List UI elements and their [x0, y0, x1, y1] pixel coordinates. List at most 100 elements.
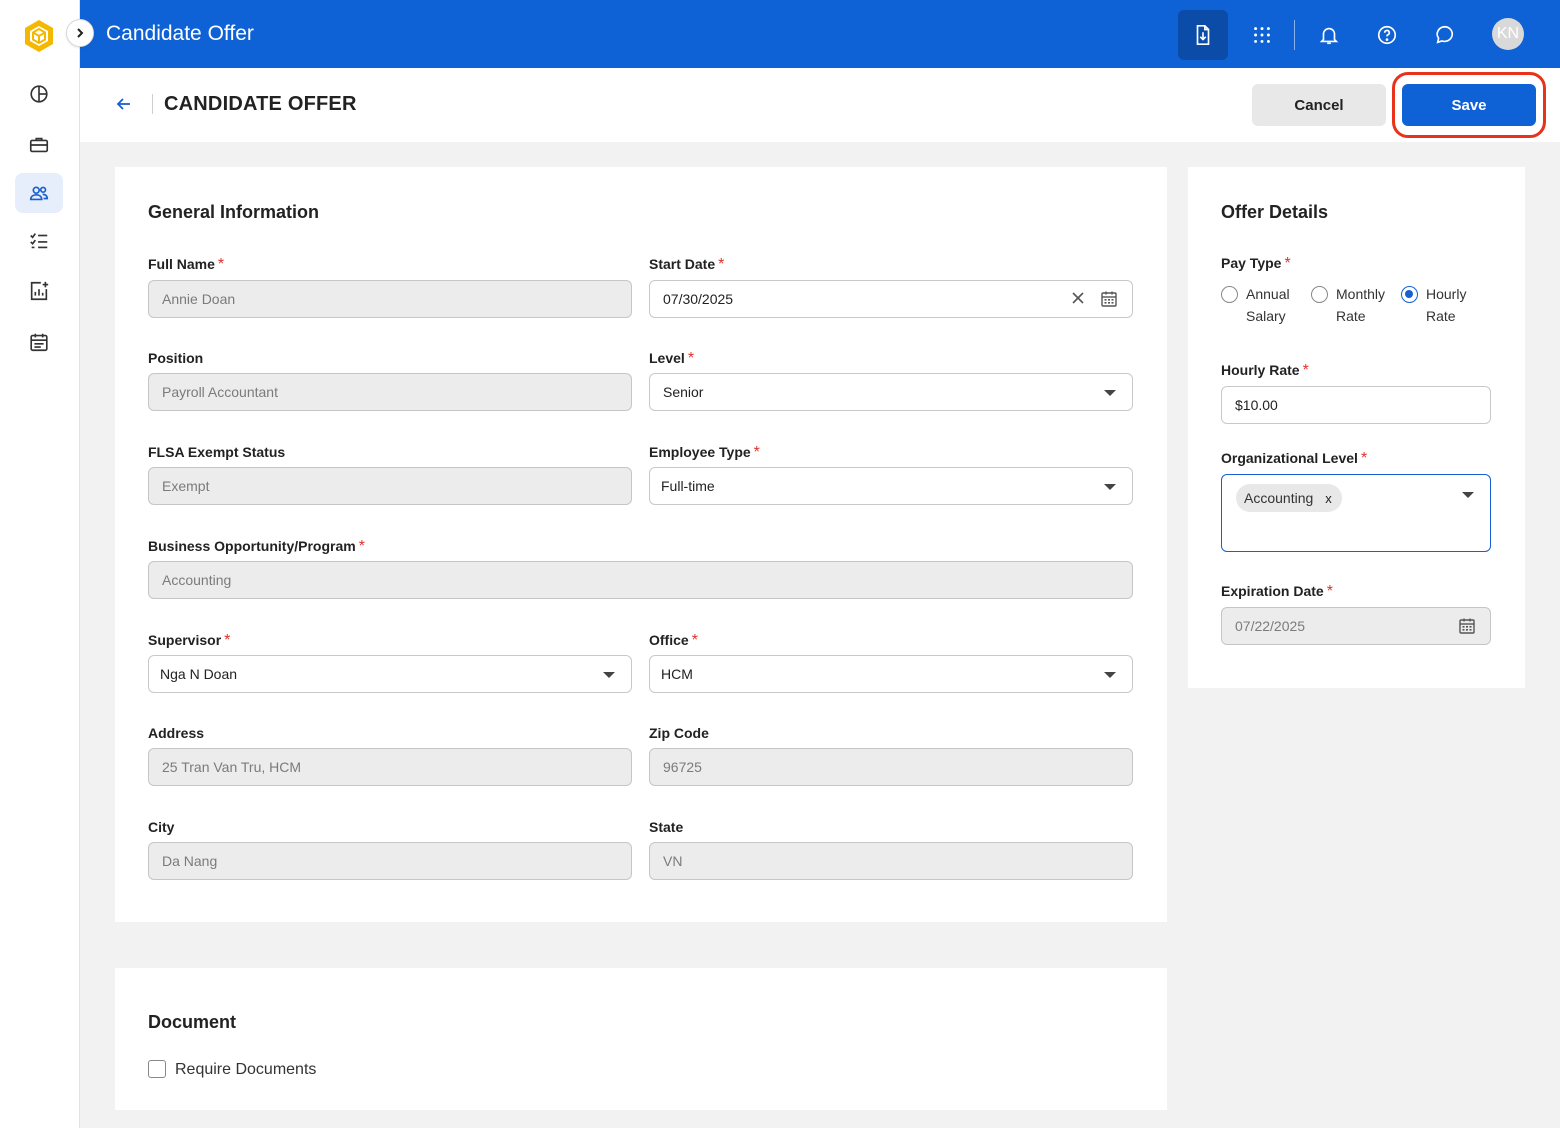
document-card: Document Require Documents: [115, 968, 1167, 1110]
zip-code-label: Zip Code: [649, 725, 709, 741]
required-marker: *: [718, 256, 725, 273]
supervisor-label: Supervisor *: [148, 632, 231, 649]
radio-circle-selected: [1401, 286, 1418, 303]
radio-label-line2: Rate: [1426, 308, 1456, 324]
organizational-level-chip: Accounting x: [1236, 484, 1342, 512]
page-header: CANDIDATE OFFER Cancel Save: [80, 68, 1560, 142]
required-marker: *: [687, 350, 695, 367]
start-date-field[interactable]: 07/30/2025: [649, 280, 1133, 318]
radio-label: Monthly Rate: [1336, 283, 1385, 327]
required-marker: *: [1360, 450, 1368, 467]
required-marker: *: [1284, 255, 1291, 272]
expand-nav-button[interactable]: [66, 19, 94, 47]
calendar-picker-icon: [1459, 618, 1475, 634]
offer-details-title: Offer Details: [1221, 202, 1329, 222]
chip-remove-icon[interactable]: x: [1325, 491, 1332, 506]
chat-button[interactable]: [1420, 10, 1470, 60]
require-documents-label[interactable]: Require Documents: [175, 1061, 316, 1079]
header-divider: [152, 94, 153, 114]
hourly-rate-input[interactable]: $10.00: [1221, 386, 1491, 424]
nav-jobs[interactable]: [15, 125, 63, 165]
calendar-icon: [30, 333, 48, 352]
nav-dashboard[interactable]: [15, 74, 63, 114]
start-date-label: Start Date *: [649, 256, 725, 273]
report-icon: [30, 281, 49, 301]
office-select[interactable]: HCM: [649, 655, 1133, 693]
position-label: Position: [148, 350, 204, 366]
chip-label: Accounting: [1244, 490, 1314, 506]
calendar-picker-icon[interactable]: [1100, 290, 1118, 308]
require-documents-checkbox[interactable]: [148, 1060, 166, 1078]
general-information-title: General Information: [148, 202, 320, 222]
people-icon: [29, 186, 49, 201]
full-name-label: Full Name *: [148, 256, 225, 273]
nav-candidates[interactable]: [15, 173, 63, 213]
save-button[interactable]: Save: [1402, 84, 1536, 126]
dropdown-caret-icon: [1462, 492, 1474, 498]
pay-type-annual-salary-radio[interactable]: Annual Salary: [1221, 286, 1290, 327]
zip-code-field: 96725: [649, 748, 1133, 786]
level-select[interactable]: Senior: [649, 373, 1133, 411]
clear-icon[interactable]: [1070, 290, 1086, 306]
help-button[interactable]: [1362, 10, 1412, 60]
back-arrow-icon[interactable]: [114, 94, 134, 114]
help-icon: [1377, 25, 1397, 45]
pay-type-label: Pay Type *: [1221, 255, 1291, 272]
organizational-level-select[interactable]: Accounting x: [1221, 474, 1491, 552]
nav-tasks[interactable]: [15, 221, 63, 261]
expiration-date-field: 07/22/2025: [1221, 607, 1491, 645]
radio-label-line1: Annual: [1246, 286, 1290, 302]
supervisor-select[interactable]: Nga N Doan: [148, 655, 632, 693]
state-field: VN: [649, 842, 1133, 880]
apps-button[interactable]: [1237, 10, 1287, 60]
employee-type-label: Employee Type *: [649, 444, 760, 461]
employee-type-select[interactable]: Full-time: [649, 467, 1133, 505]
chat-icon: [1436, 25, 1454, 44]
apps-grid-icon: [1254, 27, 1270, 43]
radio-label-line2: Salary: [1246, 308, 1286, 324]
dropdown-caret-icon: [603, 672, 615, 678]
notifications-button[interactable]: [1304, 10, 1354, 60]
business-field: Accounting: [148, 561, 1133, 599]
nav-calendar[interactable]: [15, 322, 63, 362]
dashboard-icon: [30, 85, 48, 103]
level-label: Level *: [649, 350, 695, 367]
supervisor-value: Nga N Doan: [160, 666, 238, 682]
app-logo-icon[interactable]: [22, 18, 56, 54]
document-title: Document: [148, 1012, 237, 1032]
download-doc-icon: [1196, 25, 1210, 45]
city-field: Da Nang: [148, 842, 632, 880]
topbar-divider: [1294, 20, 1295, 50]
left-nav-rail: [0, 0, 80, 1128]
required-marker: *: [1302, 362, 1309, 379]
required-marker: *: [224, 632, 231, 649]
address-label: Address: [148, 725, 205, 741]
cancel-button[interactable]: Cancel: [1252, 84, 1386, 126]
pay-type-hourly-rate-radio[interactable]: Hourly Rate: [1401, 286, 1466, 327]
nav-reports[interactable]: [15, 271, 63, 311]
dropdown-caret-icon: [1104, 390, 1116, 396]
expiration-date-label: Expiration Date *: [1221, 583, 1333, 600]
radio-circle: [1221, 286, 1238, 303]
pay-type-monthly-rate-radio[interactable]: Monthly Rate: [1311, 286, 1385, 327]
required-marker: *: [217, 256, 225, 273]
full-name-field: Annie Doan: [148, 280, 632, 318]
offer-details-card: Offer Details Pay Type * Annual Salary Mon…: [1188, 167, 1525, 688]
office-label: Office *: [649, 632, 698, 649]
radio-label-line1: Monthly: [1336, 286, 1386, 302]
radio-label: Hourly Rate: [1426, 283, 1466, 327]
start-date-value: 07/30/2025: [663, 291, 734, 307]
radio-label-line2: Rate: [1336, 308, 1366, 324]
level-value: Senior: [663, 384, 704, 400]
office-value: HCM: [661, 666, 693, 682]
briefcase-icon: [29, 137, 49, 153]
user-avatar[interactable]: KN: [1492, 18, 1524, 50]
state-label: State: [649, 819, 684, 835]
city-label: City: [148, 819, 175, 835]
radio-circle: [1311, 286, 1328, 303]
page-title: CANDIDATE OFFER: [164, 93, 357, 115]
chevron-right-icon: [77, 28, 84, 38]
dropdown-caret-icon: [1104, 484, 1116, 490]
download-button[interactable]: [1178, 10, 1228, 60]
checklist-icon: [30, 233, 48, 249]
